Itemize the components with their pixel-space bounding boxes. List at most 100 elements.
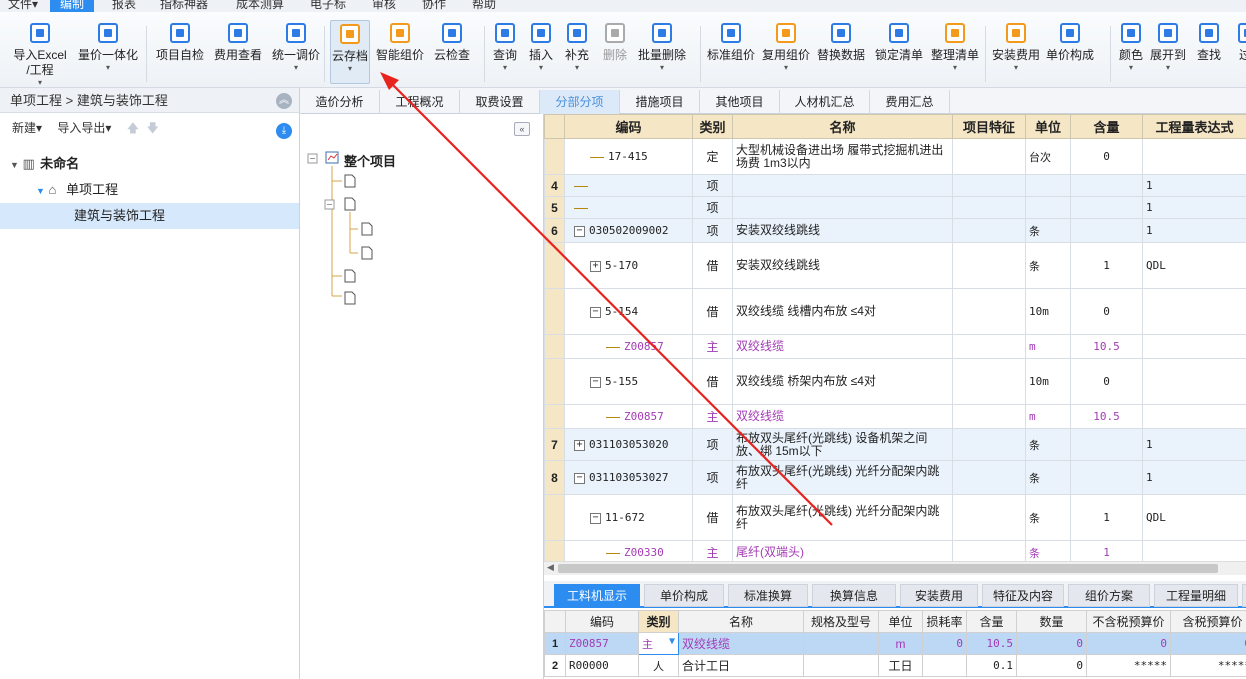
material-header-10[interactable]: 含税预算价 — [1170, 610, 1246, 633]
pre-tax-price-cell[interactable]: ***** — [1086, 654, 1171, 677]
feature-cell[interactable] — [952, 494, 1026, 541]
category-cell[interactable]: 项 — [692, 460, 733, 495]
code-cell[interactable]: R00000 — [565, 654, 639, 677]
tax-price-cell[interactable]: 0 — [1170, 632, 1246, 655]
scroll-left-icon[interactable]: ◀ — [547, 562, 554, 573]
supplement-button[interactable]: 补充 ▾ — [560, 20, 594, 84]
collapse-icon[interactable]: − — [590, 512, 601, 524]
collapse-icon[interactable]: − — [590, 306, 601, 318]
table-row[interactable]: Z00857 主双绞线缆 m 10.5 — [544, 404, 1246, 429]
expression-cell[interactable]: 1 — [1142, 174, 1246, 197]
self-check-button[interactable]: 项目自检 — [152, 20, 208, 84]
quantity-cell[interactable] — [1070, 174, 1143, 197]
move-up-icon[interactable]: 🡅 — [127, 121, 139, 135]
material-header-9[interactable]: 不含税预算价 — [1086, 610, 1171, 633]
material-header-6[interactable]: 损耗率 — [922, 610, 967, 633]
table-row[interactable]: 7 +031103053020 项布放双头尾纤(光跳线) 设备机架之间放、绑 15m… — [544, 428, 1246, 461]
price-integration-button[interactable]: 量价一体化 ▾ — [72, 20, 144, 84]
code-cell[interactable]: −11-672 — [564, 494, 693, 541]
horizontal-scrollbar[interactable]: ◀ — [544, 561, 1246, 575]
category-cell[interactable]: 借 — [692, 494, 733, 541]
category-cell[interactable]: 定 — [692, 138, 733, 175]
unit-cell[interactable]: 条 — [1025, 242, 1071, 289]
code-cell[interactable]: Z00857 — [564, 334, 693, 359]
unit-cell[interactable]: 工日 — [878, 654, 923, 677]
material-header-0[interactable] — [544, 610, 566, 633]
category-cell[interactable]: 项 — [692, 196, 733, 219]
unit-cell[interactable]: 条 — [1025, 460, 1071, 495]
category-cell[interactable]: 借 — [692, 358, 733, 405]
tab-2[interactable]: 取费设置 — [460, 90, 540, 114]
feature-cell[interactable] — [952, 460, 1026, 495]
replace-data-button[interactable]: 替换数据 — [813, 20, 869, 84]
chevron-down-icon[interactable]: ▾ — [560, 63, 594, 73]
grid-header-5[interactable]: 含量 — [1070, 114, 1143, 139]
collapse-left-icon[interactable]: « — [514, 122, 530, 136]
category-cell[interactable]: 项 — [692, 428, 733, 461]
material-row[interactable]: 1Z00857主▼双绞线缆m010.5000 — [544, 632, 1246, 655]
category-cell[interactable]: 主 ▼ — [638, 632, 679, 655]
expression-cell[interactable] — [1142, 540, 1246, 561]
material-header-2[interactable]: 类别 — [638, 610, 679, 633]
name-cell[interactable]: 双绞线缆 桥架内布放 ≤4对 — [732, 358, 953, 405]
download-icon[interactable]: ⤓ — [276, 123, 292, 139]
name-cell[interactable] — [732, 174, 953, 197]
quantity-cell[interactable] — [1070, 218, 1143, 243]
unit-cell[interactable]: 台次 — [1025, 138, 1071, 175]
bottom-tab-7[interactable]: 工程量明细 — [1154, 584, 1238, 607]
name-cell[interactable]: 布放双头尾纤(光跳线) 设备机架之间放、绑 15m以下 — [732, 428, 953, 461]
menu-2[interactable]: 报表 — [112, 0, 136, 12]
organize-list-button[interactable]: 整理清单 ▾ — [927, 20, 983, 84]
adjust-price-button[interactable]: 统一调价 ▾ — [266, 20, 326, 84]
amount-cell[interactable]: 0 — [1016, 654, 1087, 677]
pre-tax-price-cell[interactable]: 0 — [1086, 632, 1171, 655]
install-fee-button[interactable]: 安装费用 ▾ — [990, 20, 1042, 84]
material-header-7[interactable]: 含量 — [966, 610, 1017, 633]
category-cell[interactable]: 借 — [692, 242, 733, 289]
grid-header-4[interactable]: 单位 — [1025, 114, 1071, 139]
expand-arrow-icon[interactable]: ▼ — [10, 160, 19, 170]
unit-cell[interactable]: m — [878, 632, 923, 655]
grid-header-3[interactable]: 项目特征 — [952, 114, 1026, 139]
import-export-button[interactable]: 导入导出▾ — [57, 121, 111, 135]
bottom-tab-4[interactable]: 安装费用 — [900, 584, 978, 607]
quantity-cell[interactable]: 1 — [1070, 242, 1143, 289]
material-header-5[interactable]: 单位 — [878, 610, 923, 633]
table-row[interactable]: +5-170 借安装双绞线跳线条 1 QDL — [544, 242, 1246, 289]
category-cell[interactable]: 主 — [692, 334, 733, 359]
tree-item-1[interactable]: ▼ ⌂ 单项工程 — [0, 177, 299, 203]
unit-cell[interactable]: m — [1025, 404, 1071, 429]
query-button[interactable]: 查询 ▾ — [488, 20, 522, 84]
code-cell[interactable]: +031103053020 — [564, 428, 693, 461]
feature-cell[interactable] — [952, 428, 1026, 461]
scroll-thumb[interactable] — [558, 564, 1218, 573]
material-row[interactable]: 2R00000人合计工日工日0.10********** — [544, 654, 1246, 677]
table-row[interactable]: 8−031103053027 项布放双头尾纤(光跳线) 光纤分配架内跳纤条 1 — [544, 460, 1246, 495]
move-down-icon[interactable]: 🡇 — [146, 121, 158, 135]
dropdown-arrow-icon[interactable]: ▼ — [669, 636, 675, 647]
quantity-cell[interactable]: 0 — [1070, 138, 1143, 175]
tab-3[interactable]: 分部分项 — [540, 90, 620, 114]
feature-cell[interactable] — [952, 540, 1026, 561]
menu-0[interactable]: 文件▾ — [8, 0, 38, 12]
bottom-tab-5[interactable]: 特征及内容 — [982, 584, 1064, 607]
chevron-down-icon[interactable]: ▾ — [488, 63, 522, 73]
delete-button[interactable]: 删除 — [600, 20, 630, 84]
code-cell[interactable] — [564, 196, 693, 219]
unit-cell[interactable] — [1025, 174, 1071, 197]
name-cell[interactable]: 布放双头尾纤(光跳线) 光纤分配架内跳纤 — [732, 460, 953, 495]
lock-list-button[interactable]: 锁定清单 — [872, 20, 926, 84]
quantity-cell[interactable]: 0 — [1070, 358, 1143, 405]
code-cell[interactable]: −5-155 — [564, 358, 693, 405]
name-cell[interactable]: 双绞线缆 — [732, 404, 953, 429]
code-cell[interactable]: Z00857 — [565, 632, 639, 655]
quantity-cell[interactable]: 1 — [1070, 494, 1143, 541]
material-header-3[interactable]: 名称 — [678, 610, 804, 633]
tab-0[interactable]: 造价分析 — [300, 90, 380, 114]
name-cell[interactable]: 双绞线缆 — [732, 334, 953, 359]
table-row[interactable]: 6−030502009002 项安装双绞线跳线条 1 — [544, 218, 1246, 243]
category-cell[interactable]: 项 — [692, 174, 733, 197]
name-cell[interactable]: 安装双绞线跳线 — [732, 242, 953, 289]
unit-cell[interactable] — [1025, 196, 1071, 219]
chevron-down-icon[interactable]: ▾ — [635, 63, 689, 73]
